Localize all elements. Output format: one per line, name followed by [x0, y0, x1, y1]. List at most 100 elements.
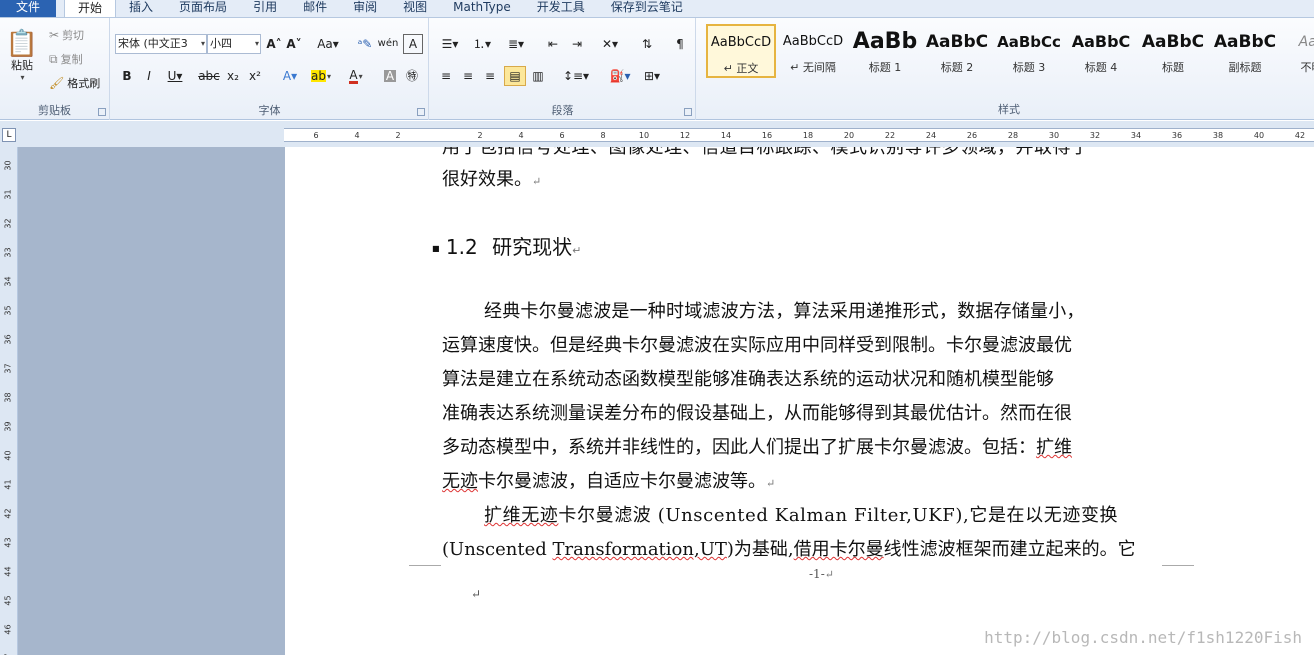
strikethrough-button[interactable]: abc [197, 66, 221, 86]
spelling-flag[interactable]: 借用卡尔曼 [794, 539, 884, 560]
align-right-button[interactable]: ≡ [480, 66, 500, 86]
chevron-down-icon[interactable]: ▾ [255, 35, 259, 53]
style-normal[interactable]: AaBbCcD ↵ 正文 [706, 24, 776, 78]
spelling-flag[interactable]: 扩维无迹 [484, 505, 558, 526]
ruler-tick: 12 [679, 131, 691, 140]
shrink-font-icon: A˅ [286, 37, 302, 51]
align-left-icon: ≡ [440, 69, 452, 83]
ruler-tick: 36 [1171, 131, 1183, 140]
paste-label: 粘贴 [11, 58, 33, 72]
clipboard-dialog-launcher[interactable] [98, 108, 106, 116]
grow-font-button[interactable]: A˄ [265, 34, 283, 54]
asian-layout-icon: ✕▾ [601, 37, 619, 51]
tab-mailings[interactable]: 邮件 [290, 0, 340, 17]
font-size-combo[interactable]: 小四 ▾ [207, 34, 261, 54]
superscript-button[interactable]: x² [245, 66, 265, 86]
style-title[interactable]: AaBbC 标题 [1138, 24, 1208, 78]
asian-layout-button[interactable]: ✕▾ [596, 34, 624, 54]
align-left-button[interactable]: ≡ [436, 66, 456, 86]
justify-button[interactable]: ▤ [504, 66, 526, 86]
font-color-button[interactable]: A ▾ [343, 66, 369, 86]
phonetic-guide-button[interactable]: wén [377, 34, 399, 54]
copy-button[interactable]: ⧉ 复制 [48, 50, 84, 68]
ruler-tick: 34 [1130, 131, 1142, 140]
italic-icon: I [147, 69, 151, 83]
tab-home[interactable]: 开始 [64, 0, 117, 17]
show-marks-button[interactable]: ¶ [670, 34, 690, 54]
ruler-tick: 45 [3, 595, 13, 606]
line-spacing-button[interactable]: ↕≡▾ [562, 66, 590, 86]
document-page[interactable]: 用于包括信号处理、图像处理、信道目标跟踪、模式识别等许多领域，并取得了 很好效果… [285, 147, 1314, 655]
shading-button[interactable]: ⛽▾ [606, 66, 634, 86]
ruler-tick: 41 [3, 479, 13, 490]
increase-indent-icon: ⇥ [571, 37, 583, 51]
distributed-icon: ▥ [532, 69, 544, 83]
increase-indent-button[interactable]: ⇥ [566, 34, 588, 54]
section-heading: ■ 1.2 研究现状↵ [432, 231, 581, 260]
ruler-strip[interactable]: 6 4 2 2 4 6 8 10 12 14 16 18 20 22 24 26 28 30 32 34 36 38 40 4… [284, 128, 1314, 142]
tab-review[interactable]: 审阅 [340, 0, 390, 17]
multilevel-list-button[interactable]: ≣▾ [502, 34, 530, 54]
bullets-button[interactable]: ☰▾ [436, 34, 464, 54]
style-no-spacing[interactable]: AaBbCcD ↵ 无间隔 [778, 24, 848, 78]
horizontal-ruler: L 6 4 2 2 4 6 8 10 12 14 16 18 20 22 24 26 28 30 32 34 36 38 4… [0, 121, 1314, 147]
style-heading-3[interactable]: AaBbCc 标题 3 [994, 24, 1064, 78]
tab-selector-button[interactable]: L [2, 128, 16, 142]
cut-button[interactable]: ✂ 剪切 [48, 26, 85, 44]
style-subtle-emphasis[interactable]: AaBb 不明显 [1282, 24, 1314, 78]
spelling-flag[interactable]: 扩维 [1036, 437, 1072, 458]
copy-icon: ⧉ [49, 52, 58, 66]
word-window: 文件 开始 插入 页面布局 引用 邮件 审阅 视图 MathType 开发工具 … [0, 0, 1314, 655]
tab-insert[interactable]: 插入 [116, 0, 166, 17]
page-number: -1-↵ [809, 567, 834, 581]
font-dialog-launcher[interactable] [417, 108, 425, 116]
character-shading-button[interactable]: A [381, 66, 399, 86]
style-heading-1[interactable]: AaBb 标题 1 [850, 24, 920, 78]
ruler-tick: 42 [3, 508, 13, 519]
bold-button[interactable]: B [117, 66, 137, 86]
paragraph-dialog-launcher[interactable] [684, 108, 692, 116]
distributed-button[interactable]: ▥ [528, 66, 548, 86]
tab-references[interactable]: 引用 [240, 0, 290, 17]
ruler-tick: 14 [720, 131, 732, 140]
style-heading-2[interactable]: AaBbC 标题 2 [922, 24, 992, 78]
tab-developer[interactable]: 开发工具 [524, 0, 598, 17]
ruler-tick: 33 [3, 247, 13, 258]
spelling-flag[interactable]: 无迹 [442, 471, 478, 492]
numbering-button[interactable]: ⒈▾ [468, 34, 496, 54]
tab-save-to-cloud-notes[interactable]: 保存到云笔记 [598, 0, 696, 17]
style-subtitle[interactable]: AaBbC 副标题 [1210, 24, 1280, 78]
paste-button[interactable]: 📋 粘贴 ▾ [4, 22, 40, 90]
spelling-flag[interactable]: Transformation,UT [552, 539, 726, 560]
style-preview: AaBbC [1213, 32, 1277, 52]
text-line: 用于包括信号处理、图像处理、信道目标跟踪、模式识别等许多领域，并取得了 [442, 147, 1090, 158]
clear-format-button[interactable]: ᵃ✎ [355, 34, 375, 54]
ruler-tick: 30 [1048, 131, 1060, 140]
font-family-combo[interactable]: 宋体 (中文正3 ▾ [115, 34, 207, 54]
character-border-button[interactable]: A [403, 34, 423, 54]
highlight-button[interactable]: ab ▾ [307, 66, 335, 86]
align-center-button[interactable]: ≡ [458, 66, 478, 86]
ruler-tick: 39 [3, 421, 13, 432]
change-case-button[interactable]: Aa▾ [315, 34, 341, 54]
multilevel-list-icon: ≣▾ [507, 37, 525, 51]
subscript-button[interactable]: x₂ [223, 66, 243, 86]
tab-file[interactable]: 文件 [0, 0, 57, 17]
underline-button[interactable]: U▾ [163, 66, 187, 86]
decrease-indent-button[interactable]: ⇤ [542, 34, 564, 54]
style-heading-4[interactable]: AaBbC 标题 4 [1066, 24, 1136, 78]
tab-view[interactable]: 视图 [390, 0, 440, 17]
vertical-ruler[interactable]: 303132333435363738394041424344454647 [0, 147, 18, 655]
italic-button[interactable]: I [139, 66, 159, 86]
tab-page-layout[interactable]: 页面布局 [166, 0, 240, 17]
text-effects-button[interactable]: A▾ [277, 66, 303, 86]
align-right-icon: ≡ [484, 69, 496, 83]
enclose-characters-button[interactable]: ㊕ [403, 66, 421, 86]
tab-mathtype[interactable]: MathType [440, 0, 524, 17]
chevron-down-icon[interactable]: ▾ [201, 35, 205, 53]
borders-button[interactable]: ⊞▾ [638, 66, 666, 86]
sort-button[interactable]: ⇅ [636, 34, 658, 54]
shrink-font-button[interactable]: A˅ [285, 34, 303, 54]
superscript-icon: x² [249, 69, 261, 83]
format-painter-button[interactable]: 🖌 格式刷 [48, 74, 101, 92]
